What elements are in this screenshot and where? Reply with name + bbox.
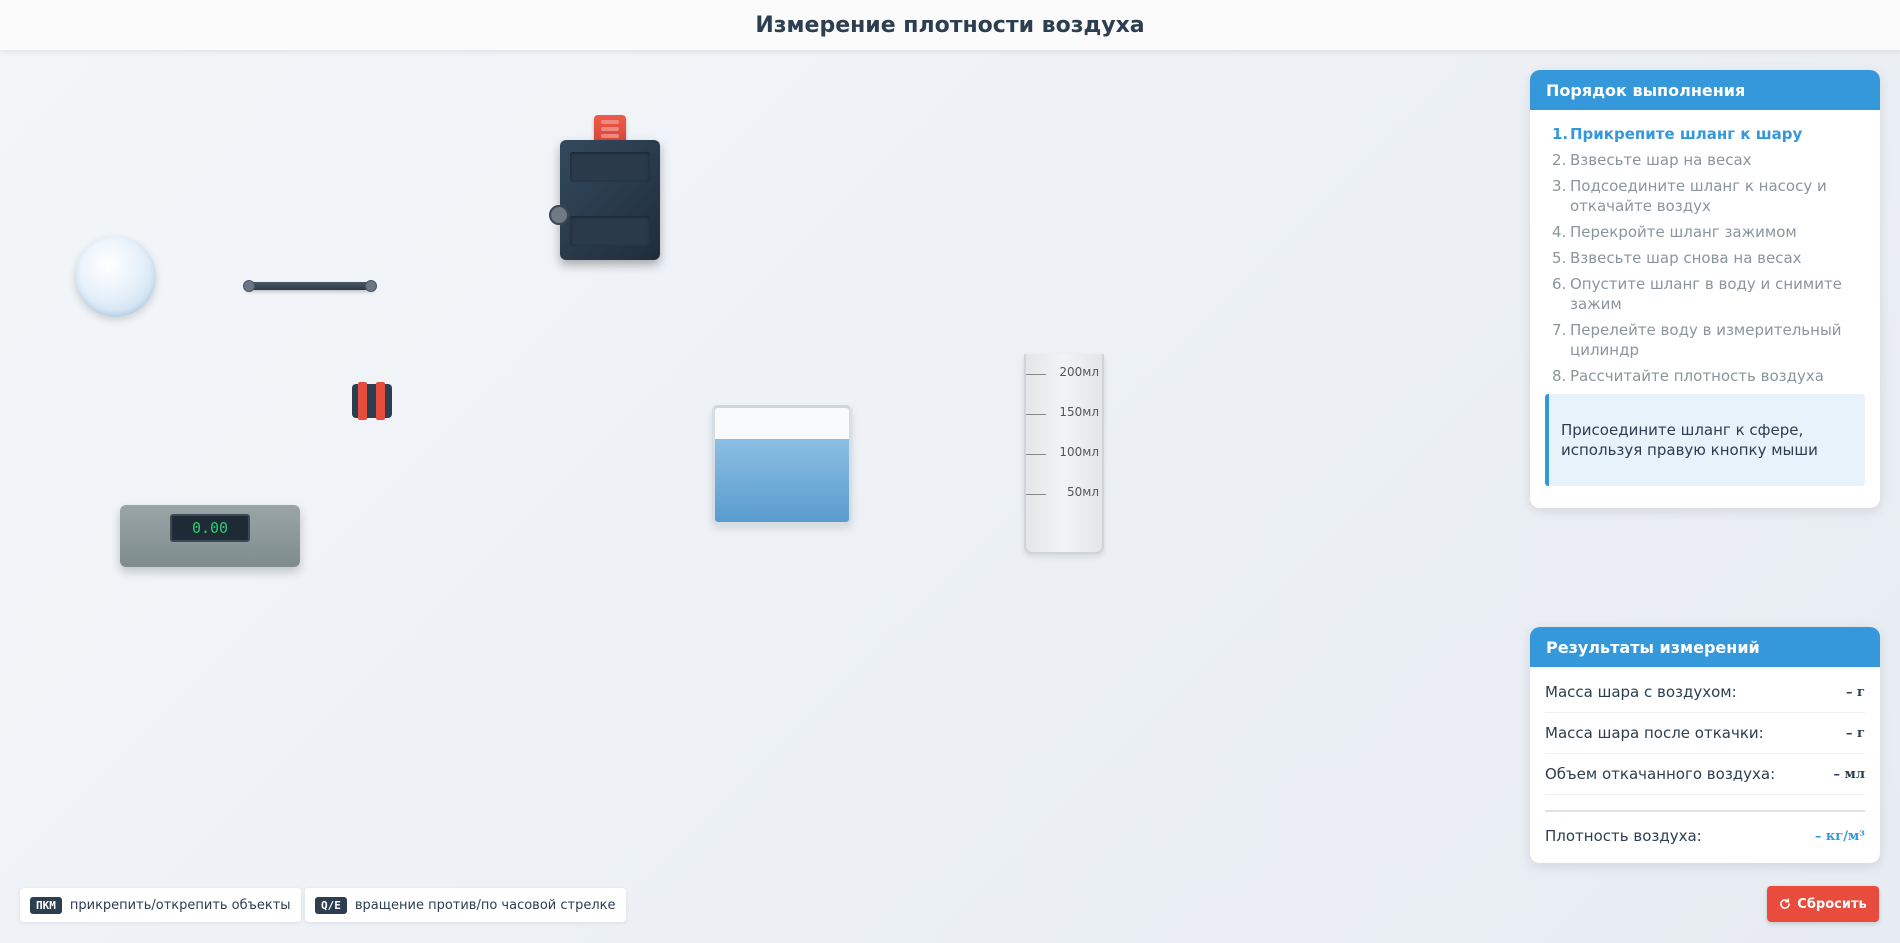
hose-clamp[interactable] [352, 382, 392, 420]
step-item: 1. Прикрепите шланг к шару [1552, 125, 1803, 143]
step-list: 1. Прикрепите шланг к шару 2. Взвесьте шар… [1530, 110, 1880, 386]
results-panel: Результаты измерений Масса шара с воздух… [1530, 627, 1880, 863]
rotate-key: Q/E [315, 896, 347, 914]
cylinder-mark: 50мл [1067, 485, 1099, 499]
result-label: Объем откачанного воздуха: [1545, 765, 1776, 783]
step-item: 6. Опустите шланг в воду и снимите зажим [1552, 275, 1842, 313]
density-label: Плотность воздуха: [1545, 827, 1702, 845]
rotate-hint-text: вращение против/по часовой стрелке [354, 897, 616, 913]
result-value: – г [1846, 725, 1865, 741]
pump-slot [570, 216, 650, 246]
result-label: Масса шара после откачки: [1545, 724, 1764, 742]
result-row: Масса шара с воздухом: – г [1545, 672, 1865, 713]
step-item: 2. Взвесьте шар на весах [1552, 151, 1752, 169]
refresh-icon [1780, 898, 1791, 909]
hose-end-left[interactable] [243, 280, 255, 292]
cylinder-mark: 200мл [1059, 365, 1099, 379]
density-value: – кг/м³ [1814, 828, 1865, 844]
step-item: 4. Перекройте шланг зажимом [1552, 223, 1797, 241]
procedure-panel: Порядок выполнения 1. Прикрепите шланг к … [1530, 70, 1880, 508]
cylinder-mark: 150мл [1059, 405, 1099, 419]
rotate-hint: Q/E вращение против/по часовой стрелке [305, 888, 626, 922]
app-header: Измерение плотности воздуха [0, 0, 1900, 50]
density-row: Плотность воздуха: – кг/м³ [1545, 810, 1865, 860]
result-label: Масса шара с воздухом: [1545, 683, 1737, 701]
attach-hint-text: прикрепить/открепить объекты [69, 897, 291, 913]
result-value: – г [1846, 684, 1865, 700]
reset-button[interactable]: Сбросить [1767, 886, 1879, 922]
weighing-scale[interactable]: 0.00 [120, 505, 300, 567]
step-item: 8. Рассчитайте плотность воздуха [1552, 367, 1824, 385]
water [715, 439, 849, 522]
hose[interactable] [243, 280, 377, 292]
measuring-cylinder[interactable]: 200мл 150мл 100мл 50мл [1024, 354, 1104, 554]
result-row: Объем откачанного воздуха: – мл [1545, 754, 1865, 795]
reset-label: Сбросить [1797, 896, 1867, 912]
attach-key: ПКМ [30, 896, 62, 914]
water-beaker[interactable] [712, 405, 852, 525]
procedure-title: Порядок выполнения [1530, 70, 1880, 110]
hose-end-right[interactable] [365, 280, 377, 292]
page-title: Измерение плотности воздуха [755, 12, 1145, 38]
step-item: 7. Перелейте воду в измерительный цилиндр [1552, 321, 1842, 359]
scale-display: 0.00 [170, 514, 250, 542]
results-title: Результаты измерений [1530, 627, 1880, 667]
pump-port[interactable] [549, 205, 569, 225]
glass-sphere[interactable] [75, 236, 156, 317]
result-value: – мл [1833, 766, 1865, 782]
vacuum-pump[interactable] [560, 140, 660, 260]
step-item: 5. Взвесьте шар снова на весах [1552, 249, 1802, 267]
step-item: 3. Подсоедините шланг к насосу и откачайт… [1552, 177, 1827, 215]
attach-hint: ПКМ прикрепить/открепить объекты [20, 888, 301, 922]
hint-box: Присоедините шланг к сфере, используя пр… [1545, 394, 1865, 486]
cylinder-mark: 100мл [1059, 445, 1099, 459]
pump-slot [570, 152, 650, 182]
result-row: Масса шара после откачки: – г [1545, 713, 1865, 754]
